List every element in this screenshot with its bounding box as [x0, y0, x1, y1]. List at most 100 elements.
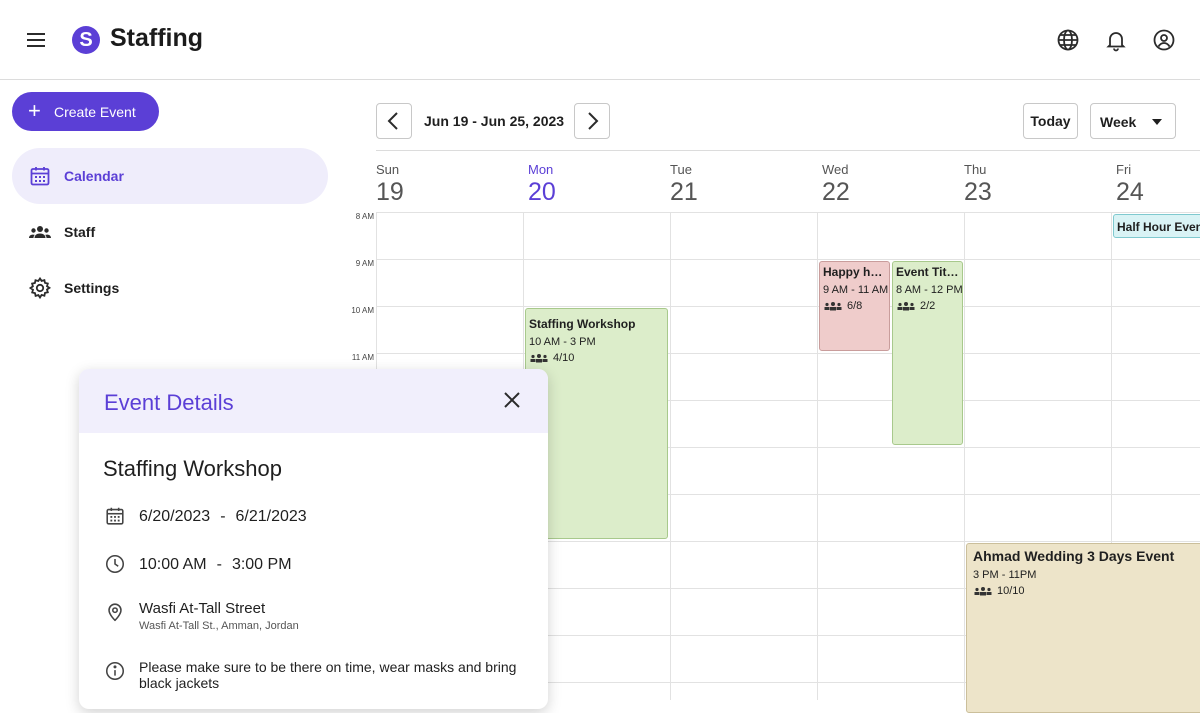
info-icon [104, 660, 126, 682]
account-icon[interactable] [1152, 28, 1176, 52]
hour-label: 11 AM [351, 353, 374, 362]
app-title: Staffing [110, 24, 204, 52]
panel-title: Event Details [104, 390, 234, 415]
next-week-button[interactable] [574, 103, 610, 139]
chevron-left-icon [387, 112, 398, 130]
day-name: Fri [1116, 162, 1132, 177]
close-icon[interactable] [502, 390, 522, 410]
event-time: 9 AM - 11 AM [823, 284, 889, 296]
event-card-event-title[interactable]: Event Title... 8 AM - 12 PM 2/2 [892, 261, 963, 445]
sidebar-item-settings[interactable]: Settings [12, 260, 328, 316]
event-note: Please make sure to be there on time, we… [139, 659, 517, 691]
grid-line [964, 212, 965, 700]
staff-icon [974, 587, 992, 596]
sidebar-item-label: Settings [64, 280, 120, 296]
view-select[interactable]: Week [1090, 103, 1176, 139]
end-time: 3:00 PM [231, 556, 292, 573]
previous-week-button[interactable] [376, 103, 412, 139]
sidebar-item-calendar[interactable]: Calendar [12, 148, 328, 204]
calendar-icon [104, 505, 126, 527]
event-title: Happy hou... [823, 265, 889, 279]
event-time: 3 PM - 11PM [973, 569, 1037, 581]
date-range-label: Jun 19 - Jun 25, 2023 [424, 113, 565, 129]
day-header-tue[interactable]: Tue 21 [670, 162, 810, 207]
create-event-label: Create Event [54, 104, 136, 120]
day-name: Wed [822, 162, 849, 177]
date-separator: - [220, 508, 226, 525]
day-number: 23 [964, 178, 992, 206]
event-details-panel: Event Details Staffing Workshop 6/20/202… [79, 369, 548, 709]
grid-line [817, 212, 818, 700]
event-card-half-hour[interactable]: Half Hour Event [1113, 214, 1200, 238]
day-number: 22 [822, 178, 850, 206]
event-title: Staffing Workshop [529, 317, 636, 331]
day-header-sun[interactable]: Sun 19 [376, 162, 516, 207]
staff-icon [897, 302, 915, 311]
sidebar-item-staff[interactable]: Staff [12, 204, 328, 260]
event-title: Event Title... [896, 265, 962, 279]
day-name: Mon [528, 162, 554, 177]
staff-icon [530, 354, 548, 363]
day-header-wed[interactable]: Wed 22 [822, 162, 962, 207]
day-number: 19 [376, 178, 404, 206]
event-title: Half Hour Event [1117, 220, 1200, 234]
calendar-icon [28, 164, 52, 188]
event-card-happy-hour[interactable]: Happy hou... 9 AM - 11 AM 6/8 [819, 261, 890, 351]
day-number: 20 [528, 178, 556, 206]
grid-line [376, 212, 1200, 213]
today-button[interactable]: Today [1023, 103, 1078, 139]
day-number: 24 [1116, 178, 1144, 206]
sidebar-item-label: Calendar [64, 168, 124, 184]
staff-count-value: 4/10 [553, 352, 575, 364]
event-time-range: 10:00 AM -3:00 PM [139, 556, 292, 574]
day-header-thu[interactable]: Thu 23 [964, 162, 1104, 207]
time-separator: - [216, 556, 222, 573]
day-header-fri[interactable]: Fri 24 [1116, 162, 1200, 207]
event-name: Staffing Workshop [103, 456, 282, 481]
location-address: Wasfi At-Tall St., Amman, Jordan [139, 620, 299, 632]
plus-icon: + [28, 98, 41, 123]
top-app-bar: S Staffing [0, 0, 1200, 80]
bell-icon[interactable] [1104, 28, 1128, 52]
people-icon [28, 220, 52, 244]
day-name: Tue [670, 162, 692, 177]
sidebar-item-label: Staff [64, 224, 96, 240]
staff-count-value: 10/10 [997, 585, 1025, 597]
location-name: Wasfi At-Tall Street [139, 600, 266, 617]
staff-icon [824, 302, 842, 311]
grid-line [670, 212, 671, 700]
staff-count-value: 6/8 [847, 300, 863, 312]
day-number: 21 [670, 178, 698, 206]
day-name: Thu [964, 162, 987, 177]
hour-label: 9 AM [355, 259, 374, 268]
hour-label: 10 AM [351, 306, 374, 315]
start-date: 6/20/2023 [139, 508, 211, 525]
grid-line [376, 259, 1200, 260]
gear-icon [28, 276, 52, 300]
event-date-range: 6/20/2023-6/21/2023 [139, 508, 307, 526]
globe-icon[interactable] [1056, 28, 1080, 52]
event-staff-count: 4/10 [526, 352, 667, 364]
start-time: 10:00 AM [139, 556, 207, 573]
grid-line [376, 306, 1200, 307]
staff-count-value: 2/2 [920, 300, 936, 312]
chevron-right-icon [588, 112, 599, 130]
event-title: Ahmad Wedding 3 Days Event [973, 548, 1175, 564]
calendar-divider [376, 150, 1200, 151]
view-select-value: Week [1100, 114, 1137, 130]
location-pin-icon [104, 601, 126, 623]
panel-header: Event Details [79, 369, 548, 433]
app-logo: S [72, 26, 100, 54]
create-event-button[interactable]: + Create Event [12, 92, 159, 131]
event-staff-count: 10/10 [967, 585, 1200, 597]
event-staff-count: 6/8 [820, 300, 889, 312]
event-card-ahmad-wedding[interactable]: Ahmad Wedding 3 Days Event 3 PM - 11PM 1… [966, 543, 1200, 713]
menu-icon[interactable] [24, 28, 48, 52]
end-date: 6/21/2023 [235, 508, 307, 525]
grid-line [376, 353, 1200, 354]
day-header-mon[interactable]: Mon 20 [528, 162, 668, 207]
event-staff-count: 2/2 [893, 300, 962, 312]
event-time: 10 AM - 3 PM [529, 336, 596, 348]
event-time: 8 AM - 12 PM [896, 284, 963, 296]
clock-icon [104, 553, 126, 575]
